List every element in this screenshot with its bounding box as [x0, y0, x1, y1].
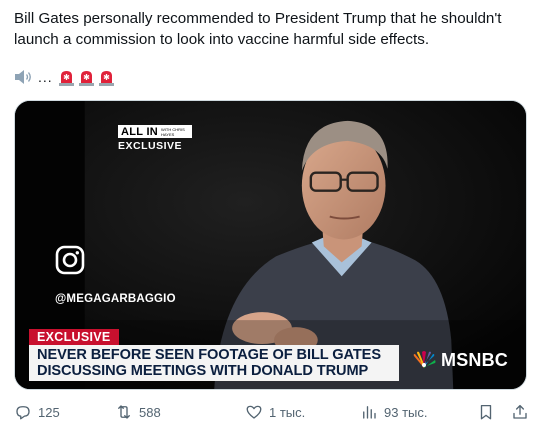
network-logo: MSNBC	[411, 347, 508, 373]
peacock-icon	[413, 351, 436, 368]
like-button[interactable]: 1 тыс.	[245, 400, 305, 424]
headline-line-1: NEVER BEFORE SEEN FOOTAGE OF BILL GATES	[37, 347, 381, 363]
reply-icon	[16, 406, 30, 420]
reply-button[interactable]: 125	[14, 400, 60, 424]
views-icon	[363, 406, 376, 419]
lower-third-headline: NEVER BEFORE SEEN FOOTAGE OF BILL GATES …	[29, 345, 399, 381]
share-button[interactable]	[511, 400, 529, 424]
police-light-icon	[98, 70, 114, 86]
police-light-icon	[78, 70, 94, 86]
post-text: Bill Gates personally recommended to Pre…	[14, 10, 502, 48]
emoji-line: ...	[14, 66, 116, 88]
bookmark-icon	[480, 404, 492, 420]
exclusive-label: EXCLUSIVE	[118, 140, 183, 152]
share-icon	[513, 404, 527, 419]
like-count: 1 тыс.	[269, 404, 306, 420]
headline-line-2: DISCUSSING MEETINGS WITH DONALD TRUMP	[37, 363, 369, 379]
heart-icon	[246, 405, 262, 419]
instagram-handle: @MEGAGARBAGGIO	[55, 293, 176, 305]
reply-count: 125	[38, 404, 60, 420]
repost-button[interactable]: 588	[115, 400, 161, 424]
speaker-icon	[15, 70, 31, 84]
ellipsis: ...	[38, 69, 53, 85]
all-in-overlay: ALL IN WITH CHRIS HAYES EXCLUSIVE	[118, 125, 192, 152]
repost-icon	[118, 405, 130, 419]
views-button[interactable]: 93 тыс.	[360, 400, 427, 424]
show-logo: ALL IN	[121, 125, 159, 138]
repost-count: 588	[139, 404, 161, 420]
lower-third-tag: EXCLUSIVE	[29, 329, 119, 345]
network-name: MSNBC	[441, 349, 508, 370]
bookmark-button[interactable]	[477, 400, 495, 424]
post-action-bar: 125 588 1 тыс. 93 тыс.	[14, 400, 529, 424]
instagram-icon	[55, 245, 85, 275]
police-light-icon	[58, 70, 74, 86]
video-player[interactable]: ALL IN WITH CHRIS HAYES EXCLUSIVE @MEGAG…	[14, 100, 527, 390]
show-logo-subtitle: WITH CHRIS HAYES	[161, 126, 185, 137]
views-count: 93 тыс.	[384, 404, 428, 420]
